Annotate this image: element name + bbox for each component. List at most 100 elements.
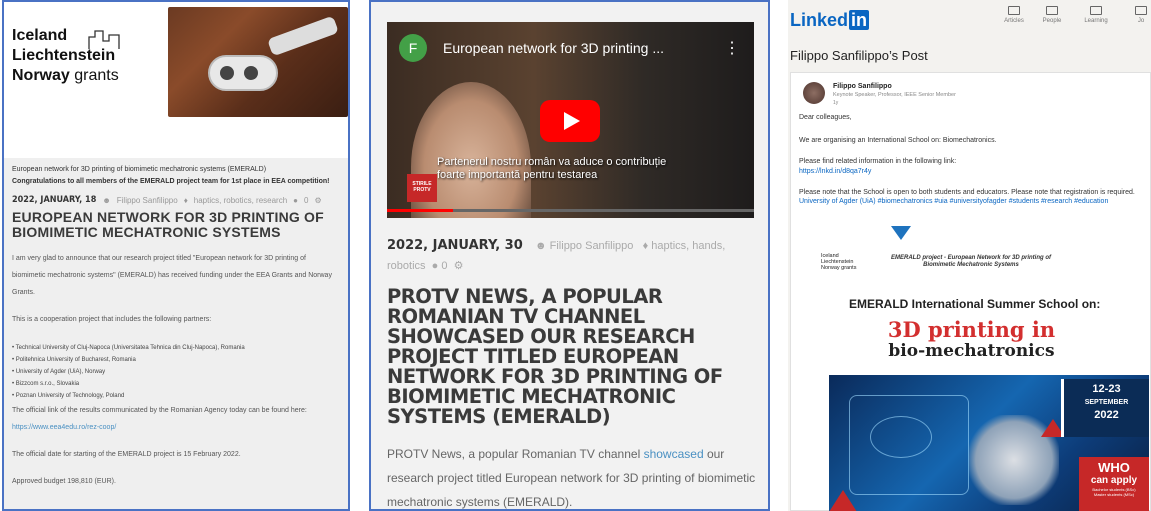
showcased-link[interactable]: showcased: [644, 447, 704, 461]
post-line-2: Please find related information in the f…: [799, 158, 957, 165]
play-button[interactable]: [540, 100, 600, 142]
page-title: Filippo Sanfilippo’s Post: [790, 48, 928, 63]
post-paragraph-1: I am very glad to announce that our rese…: [12, 255, 332, 296]
results-link[interactable]: https://www.eea4edu.ro/rez-coop/: [12, 424, 116, 431]
blog-post-panel-2: F European network for 3D printing ... ⋮…: [369, 0, 770, 511]
circuit-graphic: [849, 395, 969, 495]
eea-grants-logo: Iceland Liechtenstein Norway grants: [12, 26, 120, 86]
list-item: Technical University of Cluj-Napoca (Uni…: [12, 342, 340, 354]
learning-icon: [1090, 6, 1102, 15]
post-line-1: We are organising an International Schoo…: [799, 137, 997, 144]
post-age: 1y: [833, 100, 839, 106]
nav-people[interactable]: People: [1034, 6, 1070, 24]
list-item: Politehnica University of Bucharest, Rom…: [12, 354, 340, 366]
linkedin-post-panel: Linked in Articles People Learning Jo Fil…: [788, 0, 1151, 511]
post-date: 2022, JANUARY, 30: [387, 238, 523, 253]
school-title: EMERALD International Summer School on:: [849, 297, 1101, 311]
logo-text-grants: grants: [74, 67, 119, 84]
post-line-3: Please note that the School is open to b…: [799, 188, 1149, 206]
linkedin-logo[interactable]: Linked in: [790, 10, 870, 31]
poster-who: WHO: [1098, 460, 1130, 475]
headline-bio-mechatronics: bio-mechatronics: [888, 341, 1055, 361]
poster-who-can-apply: WHO can apply Bachelor students (BSc) Ma…: [1079, 457, 1149, 511]
author-headline: Keynote Speaker, Professor, IEEE Senior …: [833, 92, 956, 98]
logo-text-norway-grants: Norway grants: [821, 265, 857, 271]
partners-list: Technical University of Cluj-Napoca (Uni…: [12, 342, 340, 402]
linkedin-header: Linked in Articles People Learning Jo: [788, 0, 1151, 36]
device-body-shape: [208, 55, 278, 91]
comment-icon[interactable]: ●: [293, 196, 298, 205]
post-meta-1: 2022, JANUARY, 18 ☻ Filippo Sanfilippo ♦…: [12, 195, 340, 205]
list-item: University of Agder (UiA), Norway: [12, 366, 340, 378]
post-title-1[interactable]: EUROPEAN NETWORK FOR 3D PRINTING OF BIOM…: [12, 210, 340, 240]
blog-post-panel-1: Iceland Liechtenstein Norway grants Euro…: [2, 0, 350, 511]
subtitle-line-2: foarte importantă pentru testarea: [437, 169, 598, 181]
post-author-link[interactable]: Filippo Sanfilippo: [550, 240, 634, 252]
tag-icon: ♦: [642, 240, 649, 252]
poster-can-apply: can apply: [1090, 475, 1138, 486]
post-author-link[interactable]: Filippo Sanfilippo: [117, 196, 178, 205]
emerald-eea-logo: Iceland Liechtenstein Norway grants: [821, 253, 856, 271]
paragraph-3-text: The official link of the results communi…: [12, 407, 307, 414]
list-item: Poznan University of Technology, Poland: [12, 390, 340, 402]
red-triangle-decoration: [829, 490, 857, 511]
lnkd-link[interactable]: https://lnkd.in/d8qa7r4y: [799, 167, 1149, 176]
comment-count[interactable]: 0: [304, 196, 308, 205]
user-icon: ☻: [535, 240, 547, 252]
comment-icon[interactable]: ●: [432, 260, 439, 272]
post-title-2[interactable]: PROTV NEWS, A POPULAR ROMANIAN TV CHANNE…: [387, 287, 757, 427]
channel-avatar[interactable]: F: [399, 34, 427, 62]
emerald-project-caption: EMERALD project - European Network for 3…: [890, 255, 1051, 268]
more-options-icon[interactable]: ⋮: [724, 38, 740, 58]
post-header-images: Iceland Liechtenstein Norway grants: [4, 2, 348, 158]
poster-month: SEPTEMBER: [1084, 399, 1129, 406]
video-subtitle: Partenerul nostru român va aduce o contr…: [437, 156, 666, 182]
congrats-line: Congratulations to all members of the EM…: [12, 178, 330, 185]
nav-articles[interactable]: Articles: [996, 6, 1032, 24]
robot-device-photo: [168, 7, 348, 117]
poster-days: 12-23: [1092, 383, 1121, 395]
post-excerpt-2: PROTV News, a popular Romanian TV channe…: [387, 442, 757, 509]
logo-text-norway: Norway: [12, 67, 70, 84]
nav-jobs[interactable]: Jo: [1123, 6, 1151, 24]
linkedin-logo-text: Linked: [790, 10, 849, 30]
gear-icon[interactable]: ⚙: [314, 196, 321, 205]
gear-icon[interactable]: ⚙: [454, 260, 464, 272]
nav-learning[interactable]: Learning: [1078, 6, 1114, 24]
video-title[interactable]: European network for 3D printing ...: [443, 40, 664, 56]
post-author[interactable]: Filippo Sanfilippo: [833, 83, 892, 90]
project-line: European network for 3D printing of biom…: [12, 166, 267, 173]
nav-label: People: [1042, 18, 1062, 24]
post-paragraph-3: The official link of the results communi…: [12, 402, 340, 436]
articles-icon: [1008, 6, 1020, 15]
poster-year: 2022: [1094, 409, 1119, 421]
post-paragraph-2: This is a cooperation project that inclu…: [12, 316, 212, 323]
headline-3d-printing: 3D printing in: [887, 317, 1056, 342]
poster-dates: 12-23 SEPTEMBER 2022: [1061, 379, 1149, 437]
post-body-1: European network for 3D printing of biom…: [4, 158, 348, 494]
comment-count[interactable]: 0: [441, 260, 447, 272]
summer-school-poster[interactable]: 12-23 SEPTEMBER 2022 WHO can apply Bache…: [829, 375, 1149, 511]
linkedin-logo-in: in: [849, 10, 870, 30]
post-paragraph-4: The official date for starting of the EM…: [12, 451, 241, 458]
hashtag-links[interactable]: University of Agder (UiA) #biomechatroni…: [799, 198, 1108, 205]
nav-label: Articles: [1004, 18, 1024, 24]
video-progress-bar[interactable]: [387, 209, 754, 212]
youtube-video-embed[interactable]: F European network for 3D printing ... ⋮…: [387, 22, 754, 218]
excerpt-text: PROTV News, a popular Romanian TV channe…: [387, 447, 644, 461]
eea-logo-mark-icon: [88, 30, 120, 49]
jobs-icon: [1135, 6, 1147, 15]
list-item: Bizzcom s.r.o., Slovakia: [12, 378, 340, 390]
tag-icon: ♦: [183, 195, 188, 205]
post-paragraph-5: Approved budget 198,810 (EUR).: [12, 478, 116, 485]
post-meta-2: 2022, JANUARY, 30 ☻ Filippo Sanfilippo ♦…: [387, 236, 757, 276]
post-tags-link[interactable]: haptics, robotics, research: [194, 196, 287, 205]
post-card: Filippo Sanfilippo Keynote Speaker, Prof…: [790, 72, 1151, 511]
device-arm-shape: [267, 15, 339, 57]
user-icon: ☻: [102, 195, 111, 205]
nav-label: Jo: [1137, 18, 1145, 24]
subtitle-line-1: Partenerul nostru român va aduce o contr…: [437, 156, 667, 168]
protv-logo: STIRILE PROTV: [407, 174, 437, 202]
post-line-3-text: Please note that the School is open to b…: [799, 189, 1135, 196]
avatar[interactable]: [803, 82, 825, 104]
